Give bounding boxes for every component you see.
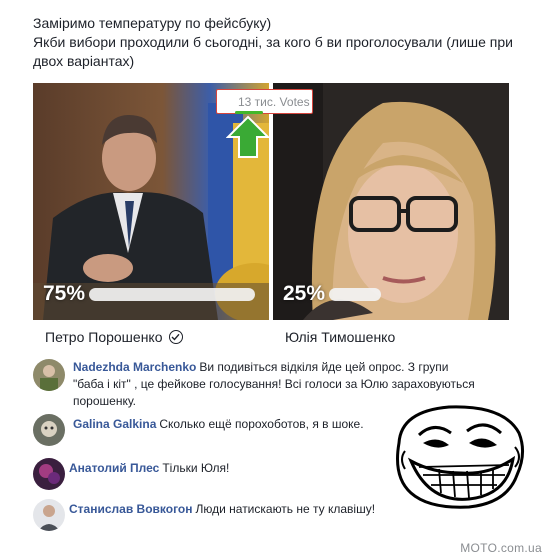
green-arrow-icon — [226, 115, 270, 158]
votes-count-label: 13 тис. Votes — [238, 94, 310, 109]
comment-author[interactable]: Galina Galkina — [73, 417, 156, 431]
post-line-1: Заміримо температуру по фейсбуку) — [33, 15, 272, 31]
poll-option-2-label: Юлія Тимошенко — [285, 329, 396, 345]
comment: Станислав Вовкогон Люди натискають не ту … — [33, 499, 375, 531]
poll-option-2-photo[interactable]: 25% — [273, 83, 509, 320]
comment-body: Станислав Вовкогон Люди натискають не ту … — [69, 499, 375, 531]
votes-count-badge: 13 тис. Votes — [216, 89, 313, 114]
poll-option-2-name[interactable]: Юлія Тимошенко — [285, 329, 395, 345]
poll-option-1-percent: 75% — [43, 282, 86, 305]
avatar[interactable] — [33, 359, 65, 391]
comment: Galina Galkina Сколько ещё порохоботов, я… — [33, 414, 364, 446]
comment-author[interactable]: Станислав Вовкогон — [69, 502, 193, 516]
comment-text: Сколько ещё порохоботов, я в шоке. — [159, 417, 364, 431]
watermark: MOTO.com.ua — [460, 541, 542, 555]
comment: Анатолий Плес Тільки Юля! — [33, 458, 229, 490]
poll-option-2-percent: 25% — [283, 282, 326, 305]
comment-body: Анатолий Плес Тільки Юля! — [69, 458, 229, 490]
poll-option-2-result: 25% — [283, 282, 495, 306]
check-circle-icon — [168, 330, 183, 344]
avatar[interactable] — [33, 458, 65, 490]
poll-option-1-bar — [89, 287, 255, 301]
avatar[interactable] — [33, 414, 65, 446]
trollface-icon — [396, 405, 524, 509]
avatar[interactable] — [33, 499, 65, 531]
comment-author[interactable]: Nadezhda Marchenko — [73, 360, 196, 374]
votes-underline — [235, 111, 263, 114]
poll-option-1-result: 75% — [43, 282, 255, 306]
comment-text: Тільки Юля! — [162, 461, 230, 475]
post-line-2: Якби вибори проходили б сьогодні, за ког… — [33, 34, 513, 69]
post-text: Заміримо температуру по фейсбуку) Якби в… — [33, 14, 513, 71]
poll-option-1-name[interactable]: Петро Порошенко — [45, 329, 183, 345]
comment-body: Galina Galkina Сколько ещё порохоботов, я… — [73, 414, 364, 446]
poll-option-2-bar — [329, 287, 382, 301]
poll-option-1-label: Петро Порошенко — [45, 329, 163, 345]
comment-text: Люди натискають не ту клавішу! — [195, 502, 376, 516]
poll: 75% 25% 13 тис. Votes — [33, 83, 516, 320]
comment-author[interactable]: Анатолий Плес — [69, 461, 159, 475]
